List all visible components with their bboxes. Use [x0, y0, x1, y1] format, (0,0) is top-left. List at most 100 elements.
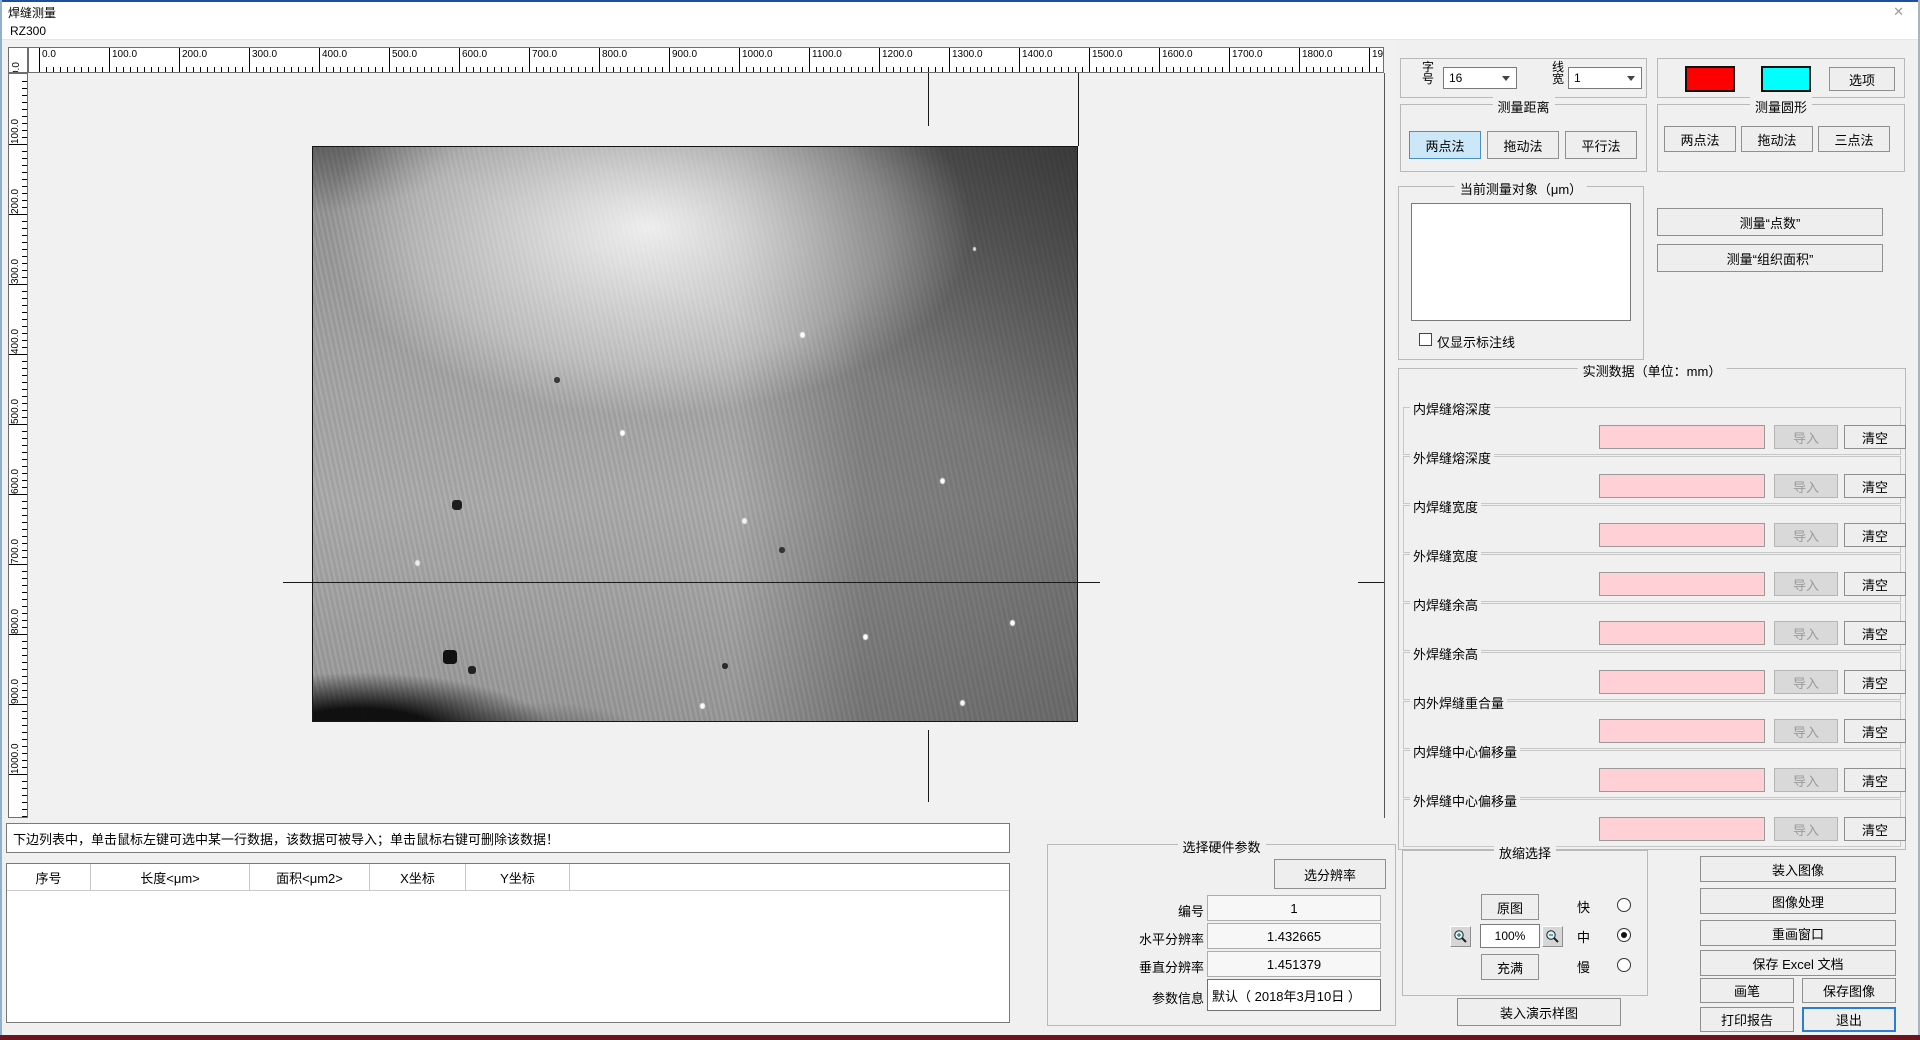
v-ruler-minor-tick — [22, 508, 27, 509]
table-column-header[interactable]: X坐标 — [370, 864, 466, 890]
measured-value-input[interactable] — [1599, 817, 1765, 841]
menu-bar: RZ300 — [2, 22, 1918, 40]
measured-value-input[interactable] — [1599, 768, 1765, 792]
speed-radio-快[interactable] — [1617, 898, 1631, 912]
weld-image[interactable] — [312, 146, 1078, 722]
exit-button[interactable]: 退出 — [1802, 1007, 1896, 1032]
hw-field-1[interactable]: 1.432665 — [1207, 923, 1381, 949]
measured-value-input[interactable] — [1599, 572, 1765, 596]
import-button[interactable]: 导入 — [1774, 621, 1838, 645]
current-object-listbox[interactable] — [1411, 203, 1631, 321]
measured-value-input[interactable] — [1599, 425, 1765, 449]
zoom-out-icon[interactable] — [1542, 926, 1563, 947]
zoom-in-icon[interactable] — [1450, 926, 1471, 947]
import-button[interactable]: 导入 — [1774, 670, 1838, 694]
h-ruler-minor-tick — [781, 67, 782, 72]
h-ruler-minor-tick — [690, 67, 691, 72]
clear-button[interactable]: 清空 — [1844, 572, 1906, 596]
measured-row-label: 外焊缝余高 — [1410, 644, 1481, 663]
v-ruler-minor-tick — [22, 319, 27, 320]
status-text: 下边列表中，单击鼠标左键可选中某一行数据，该数据可被导入；单击鼠标右键可删除该数… — [13, 829, 559, 848]
select-resolution-button[interactable]: 选分辨率 — [1274, 859, 1386, 889]
h-ruler-label: 1800.0 — [1302, 49, 1333, 60]
distance-method-2[interactable]: 拖动法 — [1487, 131, 1559, 159]
import-button[interactable]: 导入 — [1774, 768, 1838, 792]
h-ruler-minor-tick — [802, 67, 803, 72]
v-ruler-minor-tick — [22, 788, 27, 789]
clear-button[interactable]: 清空 — [1844, 670, 1906, 694]
import-button[interactable]: 导入 — [1774, 425, 1838, 449]
h-ruler-label: 900.0 — [672, 49, 697, 60]
distance-method-3[interactable]: 平行法 — [1565, 131, 1637, 159]
v-ruler-minor-tick — [22, 760, 27, 761]
v-ruler-minor-tick — [22, 368, 27, 369]
h-ruler-minor-tick — [711, 67, 712, 72]
redraw-window-button[interactable]: 重画窗口 — [1700, 920, 1896, 946]
menu-item-rz300[interactable]: RZ300 — [2, 24, 54, 38]
h-ruler-minor-tick — [935, 67, 936, 72]
load-image-button[interactable]: 装入图像 — [1700, 856, 1896, 882]
clear-button[interactable]: 清空 — [1844, 719, 1906, 743]
clear-button[interactable]: 清空 — [1844, 523, 1906, 547]
table-column-header[interactable]: 序号 — [7, 864, 91, 890]
clear-button[interactable]: 清空 — [1844, 425, 1906, 449]
import-button[interactable]: 导入 — [1774, 719, 1838, 743]
measure-area-button[interactable]: 测量“组织面积” — [1657, 244, 1883, 272]
circle-method-1[interactable]: 两点法 — [1664, 126, 1736, 152]
measured-data-title: 实测数据（单位：mm） — [1578, 361, 1727, 380]
results-table[interactable]: 序号长度<μm>面积<μm2>X坐标Y坐标 — [6, 863, 1010, 1023]
h-ruler-minor-tick — [340, 67, 341, 72]
v-ruler-minor-tick — [22, 578, 27, 579]
load-demo-button[interactable]: 装入演示样图 — [1457, 998, 1621, 1026]
clear-button[interactable]: 清空 — [1844, 768, 1906, 792]
secondary-color-swatch[interactable] — [1761, 66, 1811, 92]
zoom-value-field[interactable]: 100% — [1480, 924, 1540, 948]
h-ruler-major-tick — [1159, 48, 1160, 73]
measured-value-input[interactable] — [1599, 719, 1765, 743]
original-size-button[interactable]: 原图 — [1481, 894, 1539, 920]
measured-value-input[interactable] — [1599, 474, 1765, 498]
line-width-select[interactable]: 1 — [1568, 67, 1642, 89]
primary-color-swatch[interactable] — [1685, 66, 1735, 92]
h-ruler-minor-tick — [88, 67, 89, 72]
table-column-header[interactable]: 面积<μm2> — [250, 864, 370, 890]
save-excel-button[interactable]: 保存 Excel 文档 — [1700, 950, 1896, 976]
measured-value-input[interactable] — [1599, 670, 1765, 694]
circle-method-2[interactable]: 拖动法 — [1741, 126, 1813, 152]
h-ruler-minor-tick — [312, 67, 313, 72]
close-icon[interactable]: ✕ — [1885, 4, 1912, 20]
hw-field-2[interactable]: 1.451379 — [1207, 951, 1381, 977]
distance-method-1[interactable]: 两点法 — [1409, 131, 1481, 159]
process-image-button[interactable]: 图像处理 — [1700, 888, 1896, 914]
measured-value-input[interactable] — [1599, 621, 1765, 645]
font-size-select[interactable]: 16 — [1443, 67, 1517, 89]
only-annotation-checkbox[interactable] — [1419, 333, 1432, 346]
speed-radio-慢[interactable] — [1617, 958, 1631, 972]
options-button[interactable]: 选项 — [1829, 67, 1895, 91]
import-button[interactable]: 导入 — [1774, 523, 1838, 547]
measure-points-button[interactable]: 测量“点数” — [1657, 208, 1883, 236]
measured-value-input[interactable] — [1599, 523, 1765, 547]
h-ruler-minor-tick — [438, 67, 439, 72]
h-ruler-minor-tick — [914, 67, 915, 72]
measured-row: 外焊缝中心偏移量导入清空 — [1403, 799, 1901, 847]
brush-button[interactable]: 画笔 — [1700, 978, 1794, 1003]
save-image-button[interactable]: 保存图像 — [1802, 978, 1896, 1003]
hw-field-3[interactable]: 默认（ 2018年3月10日 ） — [1207, 979, 1381, 1011]
h-ruler-minor-tick — [557, 67, 558, 72]
speed-radio-中[interactable] — [1617, 928, 1631, 942]
import-button[interactable]: 导入 — [1774, 817, 1838, 841]
import-button[interactable]: 导入 — [1774, 474, 1838, 498]
hw-field-0[interactable]: 1 — [1207, 895, 1381, 921]
import-button[interactable]: 导入 — [1774, 572, 1838, 596]
print-report-button[interactable]: 打印报告 — [1700, 1007, 1794, 1032]
clear-button[interactable]: 清空 — [1844, 621, 1906, 645]
clear-button[interactable]: 清空 — [1844, 817, 1906, 841]
fit-button[interactable]: 充满 — [1481, 954, 1539, 980]
clear-button[interactable]: 清空 — [1844, 474, 1906, 498]
circle-method-3[interactable]: 三点法 — [1818, 126, 1890, 152]
table-column-header[interactable]: 长度<μm> — [91, 864, 250, 890]
h-ruler-minor-tick — [1040, 67, 1041, 72]
table-column-header[interactable]: Y坐标 — [466, 864, 570, 890]
h-ruler-minor-tick — [970, 67, 971, 72]
